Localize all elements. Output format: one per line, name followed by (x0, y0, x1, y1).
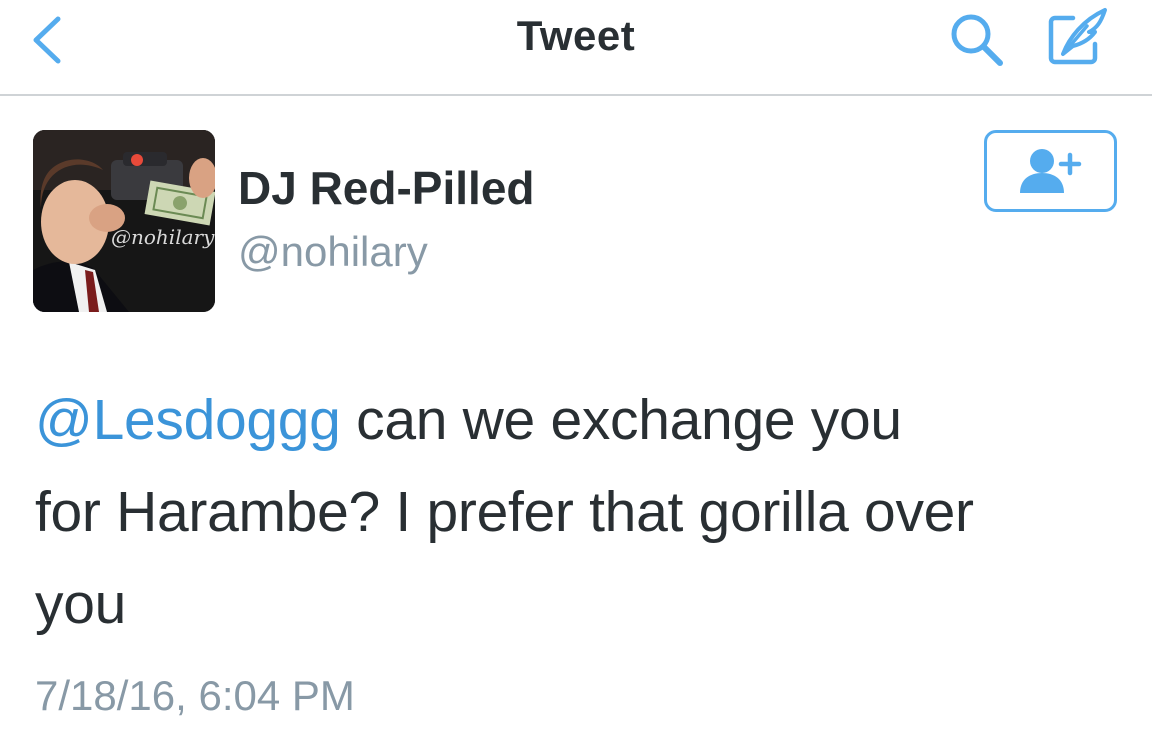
tweet-timestamp: 7/18/16, 6:04 PM (35, 672, 355, 719)
avatar-watermark: @nohilary (111, 225, 215, 249)
search-icon (951, 14, 1003, 66)
tweet-detail-screen: Tweet @nohilary DJ Red-Pilled @nohilary … (0, 0, 1152, 740)
tweet-text-line-1: can we exchange you (340, 388, 902, 452)
chevron-left-icon (33, 16, 61, 64)
tweet-text: @Lesdoggg can we exchange you for Harambe… (35, 374, 1125, 650)
mention-link[interactable]: @Lesdoggg (35, 388, 341, 452)
add-user-icon (1019, 149, 1081, 193)
search-button[interactable] (942, 8, 1012, 72)
tweet-text-line-2: for Harambe? I prefer that gorilla over (35, 480, 974, 544)
avatar[interactable]: @nohilary (33, 130, 215, 312)
display-name[interactable]: DJ Red-Pilled (238, 160, 535, 216)
navigation-bar: Tweet (0, 0, 1152, 96)
screen-name[interactable]: @nohilary (238, 226, 428, 278)
compose-tweet-icon (1048, 8, 1107, 65)
avatar-photo: @nohilary (33, 130, 215, 312)
back-button[interactable] (22, 12, 72, 68)
follow-button[interactable] (984, 130, 1117, 212)
tweet-text-line-3: you (35, 572, 127, 636)
compose-tweet-button[interactable] (1040, 2, 1116, 72)
